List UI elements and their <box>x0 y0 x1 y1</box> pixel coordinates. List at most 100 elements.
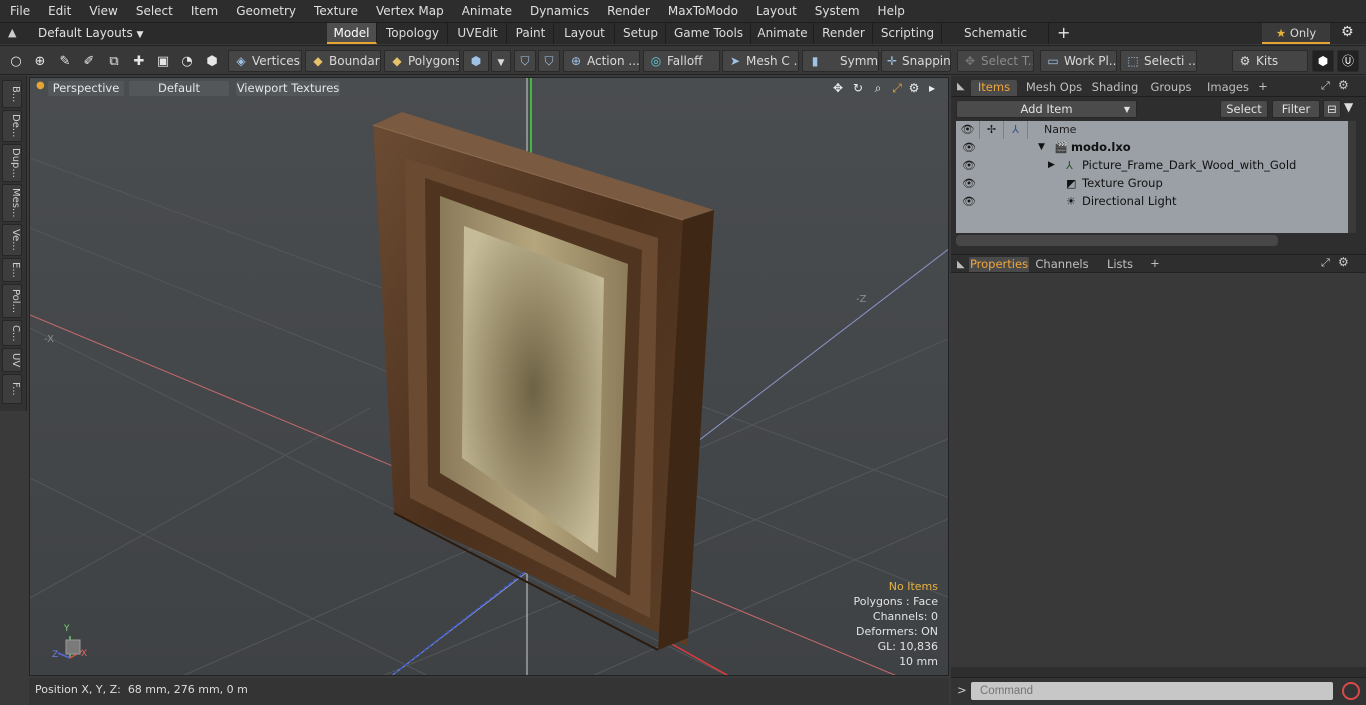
kits-button[interactable]: ⚙ Kits <box>1232 50 1308 72</box>
pen-icon[interactable]: ✎ <box>55 52 75 72</box>
gear-icon[interactable]: ⚙ <box>1341 24 1354 40</box>
props-panel-menu-icon[interactable]: ◣ <box>957 259 965 270</box>
menu-render[interactable]: Render <box>597 4 658 18</box>
work-plane-button[interactable]: ▭ Work Pl... <box>1040 50 1117 72</box>
tab-render[interactable]: Render <box>815 23 873 44</box>
viewport-menu-icon[interactable]: ● <box>36 80 45 91</box>
command-input[interactable] <box>971 682 1333 700</box>
tab-setup[interactable]: Setup <box>616 23 666 44</box>
item-row-light[interactable]: 👁 ☀ Directional Light <box>956 193 1348 211</box>
strip-tab-mesh-edit[interactable]: Mes... <box>2 184 22 222</box>
rotate-view-icon[interactable]: ↻ <box>850 81 866 97</box>
tab-mesh-ops[interactable]: Mesh Ops <box>1023 80 1085 96</box>
filter-button[interactable]: Filter <box>1272 100 1320 118</box>
viewport-textures-button[interactable]: Viewport Textures <box>236 81 340 96</box>
tab-scripting[interactable]: Scripting <box>874 23 942 44</box>
view-perspective-button[interactable]: Perspective <box>48 81 124 96</box>
add-item-button[interactable]: Add Item ▼ <box>956 100 1137 118</box>
strip-tab-deform[interactable]: De... <box>2 110 22 142</box>
3d-viewport[interactable]: Y X Z -X -Z ● Perspective Default Viewpo… <box>29 77 949 676</box>
item-row-scene[interactable]: 👁 ▼ 🎬 modo.lxo <box>956 139 1348 157</box>
tab-paint[interactable]: Paint <box>508 23 554 44</box>
col-type-header[interactable]: ⅄ <box>1004 121 1028 139</box>
items-panel-menu-icon[interactable]: ◣ <box>957 81 965 92</box>
symmetry-button[interactable]: ▮ Symm ... <box>802 50 879 72</box>
props-expand-icon[interactable]: ⤢ <box>1321 256 1330 270</box>
strip-tab-edge[interactable]: E... <box>2 258 22 282</box>
props-gear-icon[interactable]: ⚙ <box>1338 255 1349 269</box>
mode-dropdown[interactable]: ▼ <box>491 50 511 72</box>
tab-properties[interactable]: Properties <box>969 257 1029 273</box>
eye-icon[interactable]: 👁 <box>962 159 976 173</box>
menu-edit[interactable]: Edit <box>38 4 79 18</box>
expand-arrow-icon[interactable]: ▼ <box>1038 139 1045 156</box>
menu-animate[interactable]: Animate <box>452 4 520 18</box>
menu-item[interactable]: Item <box>181 4 226 18</box>
transform-icon[interactable]: ⧉ <box>104 52 124 72</box>
tab-schematic-fusion[interactable]: Schematic Fusion <box>943 23 1049 60</box>
funnel-icon[interactable]: ▼ <box>1344 100 1353 114</box>
menu-layout[interactable]: Layout <box>746 4 805 18</box>
col-visibility-header[interactable]: 👁 <box>956 121 980 139</box>
strip-tab-polygon[interactable]: Pol... <box>2 284 22 318</box>
falloff-button[interactable]: ◎ Falloff <box>643 50 720 72</box>
layout-up-icon[interactable]: ▲ <box>8 26 22 40</box>
unreal-button[interactable]: Ⓤ <box>1337 50 1359 72</box>
strip-tab-uv[interactable]: UV <box>2 348 22 372</box>
snapping-button[interactable]: ✛ Snapping <box>881 50 951 72</box>
rotate-icon[interactable]: ◔ <box>177 52 197 72</box>
menu-dynamics[interactable]: Dynamics <box>520 4 597 18</box>
collapse-icon[interactable]: ⊟ <box>1323 100 1341 118</box>
unity-button[interactable]: ⬢ <box>1312 50 1334 72</box>
tab-items[interactable]: Items <box>971 80 1017 96</box>
menu-help[interactable]: Help <box>868 4 913 18</box>
eye-icon[interactable]: 👁 <box>962 177 976 191</box>
menu-texture[interactable]: Texture <box>304 4 366 18</box>
tab-channels[interactable]: Channels <box>1035 257 1089 273</box>
strip-tab-fusion[interactable]: F... <box>2 374 22 404</box>
record-macro-icon[interactable] <box>1342 682 1360 700</box>
viewport-gear-icon[interactable]: ⚙ <box>906 81 922 97</box>
menu-maxtomodo[interactable]: MaxToModo <box>658 4 746 18</box>
fit-view-icon[interactable]: ⤢ <box>889 81 905 97</box>
tab-images[interactable]: Images <box>1203 80 1253 96</box>
tab-uvedit[interactable]: UVEdit <box>449 23 507 44</box>
action-center-button[interactable]: ⊕ Action ... <box>563 50 640 72</box>
symmetry-world-button[interactable]: ⛉ <box>514 50 536 72</box>
menu-system[interactable]: System <box>805 4 868 18</box>
tab-lists[interactable]: Lists <box>1097 257 1143 273</box>
viewport-expand-icon[interactable]: ▸ <box>924 81 940 97</box>
zoom-icon[interactable]: ⌕ <box>870 81 886 97</box>
menu-view[interactable]: View <box>79 4 125 18</box>
items-hscrollbar[interactable] <box>956 235 1278 246</box>
items-gear-icon[interactable]: ⚙ <box>1338 78 1349 92</box>
menu-file[interactable]: File <box>0 4 38 18</box>
strip-tab-vertex[interactable]: Ve... <box>2 224 22 256</box>
eye-icon[interactable]: 👁 <box>962 141 976 155</box>
shading-default-button[interactable]: Default <box>129 81 229 96</box>
add-items-tab-button[interactable]: + <box>1256 79 1270 95</box>
menu-select[interactable]: Select <box>126 4 181 18</box>
collapse-arrow-icon[interactable]: ▶ <box>1048 157 1055 174</box>
boundary-button[interactable]: ◆ Boundary <box>305 50 381 72</box>
polygons-button[interactable]: ◆ Polygons <box>384 50 460 72</box>
col-lock-header[interactable]: ✢ <box>980 121 1004 139</box>
symmetry-local-button[interactable]: ⛉ <box>538 50 560 72</box>
mesh-constraint-button[interactable]: ➤ Mesh C ... <box>722 50 799 72</box>
vertices-button[interactable]: ◈ Vertices <box>228 50 302 72</box>
item-row-texture-group[interactable]: 👁 ◩ Texture Group <box>956 175 1348 193</box>
add-props-tab-button[interactable]: + <box>1148 256 1162 272</box>
add-tab-button[interactable]: + <box>1057 23 1070 42</box>
tab-groups[interactable]: Groups <box>1147 80 1195 96</box>
material-mode-button[interactable]: ⬢ <box>463 50 489 72</box>
eye-icon[interactable]: 👁 <box>962 195 976 209</box>
tab-game-tools[interactable]: Game Tools <box>667 23 751 44</box>
globe-icon[interactable]: ⊕ <box>30 52 50 72</box>
select-through-button[interactable]: ✥ Select T... <box>957 50 1034 72</box>
items-list-scrollbar[interactable] <box>1348 121 1356 233</box>
select-button[interactable]: Select <box>1220 100 1268 118</box>
items-expand-icon[interactable]: ⤢ <box>1321 79 1330 93</box>
tab-animate[interactable]: Animate <box>752 23 814 44</box>
strip-tab-basic[interactable]: B... <box>2 80 22 108</box>
strip-tab-curve[interactable]: C... <box>2 320 22 346</box>
